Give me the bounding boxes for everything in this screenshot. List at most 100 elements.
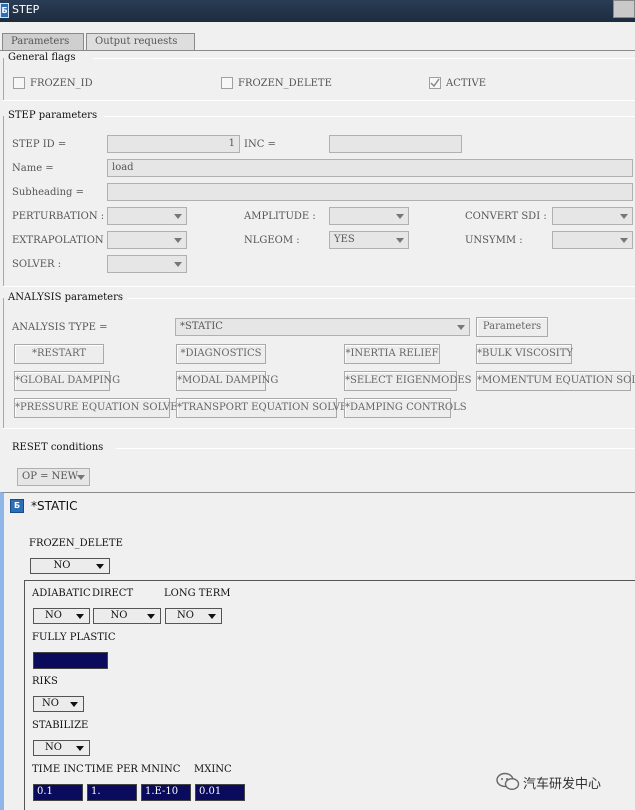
chevron-down-icon [96,564,104,569]
long-term-label: LONG TERM [164,588,231,599]
solver-select[interactable] [107,255,187,273]
restart-button[interactable]: *RESTART [14,344,104,364]
riks-label: RIKS [32,676,58,687]
divider [3,428,635,429]
divider [128,298,635,299]
chevron-down-icon [396,214,404,219]
step-id-field[interactable]: 1 [107,135,240,153]
ansa-logo-icon: Б [0,3,9,18]
damping-controls-button[interactable]: *DAMPING CONTROLS [344,398,467,418]
chevron-down-icon [208,614,216,619]
divider [116,448,635,449]
divider [104,116,635,117]
diagnostics-button[interactable]: *DIAGNOSTICS [176,344,266,364]
checkmark-icon [430,78,440,88]
mninc-field[interactable]: 1.E-10 [141,784,191,801]
general-flags-title: General flags [8,52,76,63]
watermark-text: 汽车研发中心 [523,777,602,792]
stabilize-select[interactable]: NO [33,740,90,756]
tab-divider [0,50,635,51]
active-checkbox[interactable] [429,77,441,89]
chevron-down-icon [147,614,155,619]
frozen-id-checkbox[interactable] [13,77,25,89]
chevron-down-icon [174,262,182,267]
tab-parameters[interactable]: Parameters [2,33,84,51]
transport-equation-solver-button[interactable]: *TRANSPORT EQUATION SOLVER [176,398,355,418]
mxinc-field[interactable]: 0.01 [195,784,245,801]
time-per-field[interactable]: 1. [87,784,137,801]
name-field[interactable]: load [107,159,633,177]
unsymm-select[interactable] [552,231,633,249]
frozen-id-label: FROZEN_ID [30,78,93,89]
riks-select[interactable]: NO [33,696,84,712]
divider [93,58,635,59]
chevron-down-icon [70,702,78,707]
ansa-logo-icon: Б [10,499,24,513]
inc-field[interactable] [329,135,462,153]
parameters-button[interactable]: Parameters [476,317,548,337]
time-inc-label: TIME INC [32,764,84,775]
close-button[interactable] [613,0,635,18]
frozen-delete-label: FROZEN_DELETE [238,78,332,89]
convert-sdi-select[interactable] [552,207,633,225]
inc-label: INC = [244,139,276,150]
mninc-label: MNINC [141,764,181,775]
step-parameters-title: STEP parameters [8,110,98,121]
time-inc-field[interactable]: 0.1 [33,784,83,801]
direct-label: DIRECT [92,588,134,599]
wechat-icon [496,772,520,791]
divider [3,116,4,286]
divider [3,298,4,428]
fully-plastic-field[interactable] [33,652,108,669]
chevron-down-icon [76,614,84,619]
pressure-equation-solver-button[interactable]: *PRESSURE EQUATION SOLVER [14,398,185,418]
adiabatic-select[interactable]: NO [33,608,90,624]
frozen-delete-select[interactable]: NO [30,558,110,574]
global-damping-button[interactable]: *GLOBAL DAMPING [14,371,120,391]
perturbation-select[interactable] [107,207,187,225]
tab-output-requests[interactable]: Output requests [86,33,195,51]
nlgeom-label: NLGEOM : [244,235,300,246]
adiabatic-label: ADIABATIC [32,588,91,599]
amplitude-select[interactable] [329,207,409,225]
amplitude-label: AMPLITUDE : [244,211,316,222]
unsymm-label: UNSYMM : [465,235,523,246]
chevron-down-icon [620,238,628,243]
frozen-delete-checkbox[interactable] [221,77,233,89]
extrapolation-select[interactable] [107,231,187,249]
bulk-viscosity-button[interactable]: *BULK VISCOSITY [476,344,573,364]
chevron-down-icon [77,475,85,480]
divider [3,286,635,287]
chevron-down-icon [76,746,84,751]
frozen-delete-label: FROZEN_DELETE [29,538,123,549]
step-id-label: STEP ID = [12,139,67,150]
divider [3,58,4,100]
long-term-select[interactable]: NO [165,608,222,624]
solver-label: SOLVER : [12,259,62,270]
analysis-type-label: ANALYSIS TYPE = [12,322,108,333]
select-eigenmodes-button[interactable]: *SELECT EIGENMODES [344,371,471,391]
window-title: STEP [12,3,40,16]
time-per-label: TIME PER [85,764,138,775]
active-label: ACTIVE [446,78,487,89]
divider [3,100,635,101]
chevron-down-icon [174,238,182,243]
modal-damping-button[interactable]: *MODAL DAMPING [176,371,278,391]
inertia-relief-button[interactable]: *INERTIA RELIEF [344,344,440,364]
analysis-parameters-title: ANALYSIS parameters [8,292,123,303]
name-label: Name = [12,163,54,174]
chevron-down-icon [396,238,404,243]
analysis-type-select[interactable]: *STATIC [175,318,470,336]
window-titlebar: Б STEP [0,0,635,22]
direct-select[interactable]: NO [93,608,161,624]
stabilize-label: STABILIZE [32,720,89,731]
nlgeom-select[interactable]: YES [329,231,409,249]
mxinc-label: MXINC [194,764,232,775]
fully-plastic-label: FULLY PLASTIC [32,632,116,643]
op-select[interactable]: OP = NEW [17,468,90,486]
convert-sdi-label: CONVERT SDI : [465,211,547,222]
subheading-field[interactable] [107,183,633,201]
reset-conditions-title: RESET conditions [12,442,104,453]
momentum-equation-solver-button[interactable]: *MOMENTUM EQUATION SOLVER [476,371,635,391]
chevron-down-icon [174,214,182,219]
